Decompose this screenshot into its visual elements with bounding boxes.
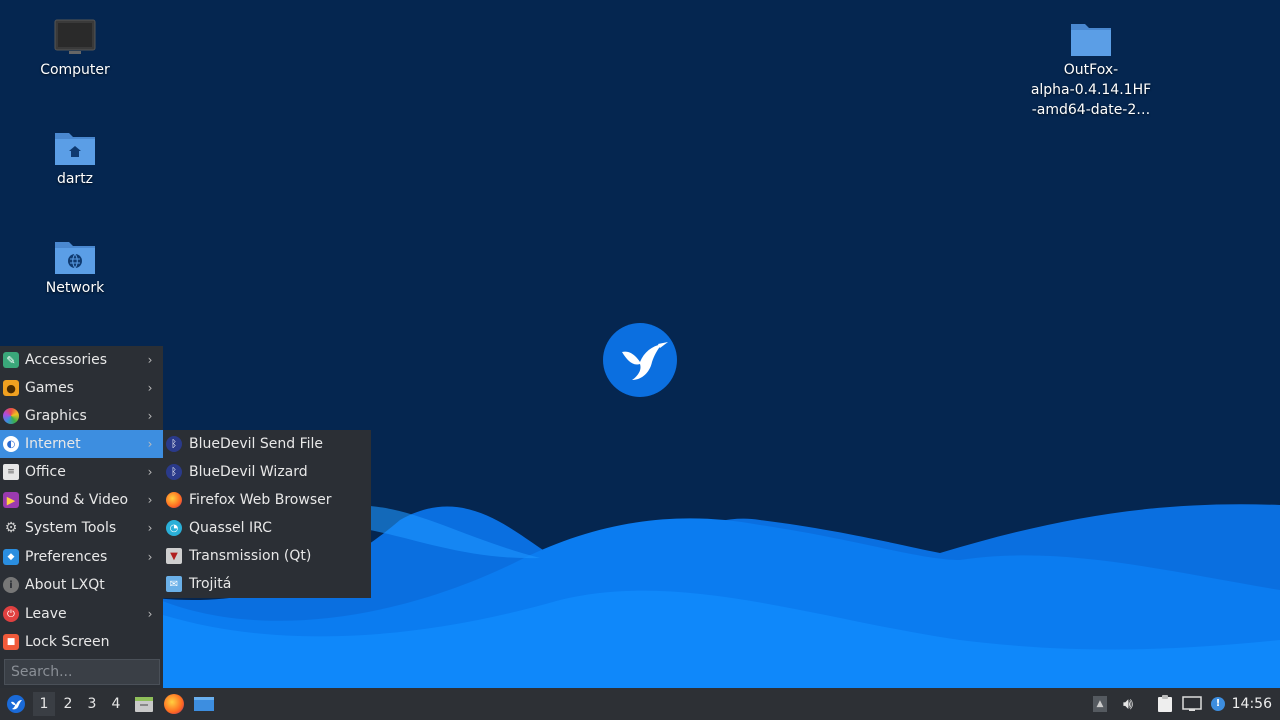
mail-icon: ✉ [166,576,182,592]
desktop-icon-label: Computer [40,62,110,78]
clipboard-icon [1158,695,1172,712]
chevron-right-icon: › [147,493,153,507]
office-icon: ≡ [3,464,19,480]
internet-icon: ◐ [3,436,19,452]
tray-expand-button[interactable]: ▲ [1090,692,1110,716]
submenu-item-transmission[interactable]: ▼ Transmission (Qt) [163,542,371,570]
menu-item-internet[interactable]: ◐ Internet › [0,430,163,458]
accessories-icon: ✎ [3,352,19,368]
clipboard-button[interactable] [1154,692,1176,716]
computer-icon [54,19,96,54]
desktop-icon-computer[interactable]: Computer [5,18,145,80]
desktop-icon [194,697,214,711]
system-tools-icon: ⚙ [4,520,18,536]
home-folder-icon [55,133,95,165]
sound-video-icon: ▶ [3,492,19,508]
firefox-icon [164,694,184,714]
power-icon: ⏻ [3,606,19,622]
notification-icon: ! [1211,697,1225,711]
chevron-right-icon: › [147,409,153,423]
info-icon: i [3,577,19,593]
volume-button[interactable]: 🔊︎ [1117,692,1139,716]
network-icon [1182,696,1202,711]
chevron-right-icon: › [147,550,153,564]
chevron-right-icon: › [147,465,153,479]
search-input[interactable] [5,660,159,684]
menu-item-office[interactable]: ≡ Office › [0,458,163,486]
submenu-item-quassel-irc[interactable]: ◔ Quassel IRC [163,514,371,542]
menu-item-leave[interactable]: ⏻ Leave › [0,600,163,628]
file-manager-launcher[interactable] [132,692,156,716]
file-manager-icon [135,697,153,712]
show-desktop-button[interactable] [192,692,216,716]
preferences-icon: ◆ [3,549,19,565]
network-status-button[interactable] [1181,692,1203,716]
menu-item-system-tools[interactable]: ⚙ System Tools › [0,514,163,542]
chevron-right-icon: › [147,381,153,395]
workspace-2-button[interactable]: 2 [57,692,79,716]
firefox-launcher[interactable] [162,692,186,716]
bluetooth-icon: ᛒ [166,436,182,452]
lubuntu-menu-icon [7,695,25,713]
menu-item-accessories[interactable]: ✎ Accessories › [0,346,163,374]
menu-item-lock-screen[interactable]: ■ Lock Screen [0,628,163,656]
menu-item-about-lxqt[interactable]: i About LXQt [0,571,163,599]
desktop-icon-outfox-folder[interactable]: OutFox- alpha-0.4.14.1HF -amd64-date-2… [1021,18,1161,120]
workspace-4-button[interactable]: 4 [105,692,127,716]
chevron-right-icon: › [147,521,153,535]
chevron-right-icon: › [147,607,153,621]
quassel-icon: ◔ [166,520,182,536]
menu-item-preferences[interactable]: ◆ Preferences › [0,543,163,571]
submenu-item-firefox[interactable]: Firefox Web Browser [163,486,371,514]
lock-icon: ■ [3,634,19,650]
submenu-item-trojita[interactable]: ✉ Trojitá [163,570,371,598]
bluetooth-icon: ᛒ [166,464,182,480]
chevron-right-icon: › [147,353,153,367]
internet-submenu: ᛒ BlueDevil Send File ᛒ BlueDevil Wizard… [163,430,371,598]
desktop-icon-dartz[interactable]: dartz [5,127,145,189]
taskbar: 1 2 3 4 ▲ 🔊︎ ! 14:56 [0,688,1280,720]
main-menu: ✎ Accessories › ● Games › Graphics › ◐ I… [0,346,163,688]
desktop-icon-label: OutFox- alpha-0.4.14.1HF -amd64-date-2… [1030,62,1152,118]
clock[interactable]: 14:56 [1232,688,1272,720]
games-icon: ● [3,380,19,396]
workspace-1-button[interactable]: 1 [33,692,55,716]
desktop-icon-label: Network [45,280,105,296]
submenu-item-bluedevil-send-file[interactable]: ᛒ BlueDevil Send File [163,430,371,458]
menu-search-box[interactable] [4,659,160,685]
transmission-icon: ▼ [166,548,182,564]
start-menu-button[interactable] [4,692,28,716]
desktop-icon-label: dartz [56,171,94,187]
network-folder-icon [55,242,95,274]
workspace-3-button[interactable]: 3 [81,692,103,716]
speaker-icon: 🔊︎ [1122,694,1134,713]
menu-item-graphics[interactable]: Graphics › [0,402,163,430]
submenu-item-bluedevil-wizard[interactable]: ᛒ BlueDevil Wizard [163,458,371,486]
firefox-icon [166,492,182,508]
chevron-up-icon: ▲ [1093,696,1107,712]
desktop-icon-network[interactable]: Network [5,236,145,298]
chevron-right-icon: › [147,437,153,451]
menu-item-games[interactable]: ● Games › [0,374,163,402]
graphics-icon [3,408,19,424]
notifications-button[interactable]: ! [1207,692,1229,716]
menu-item-sound-video[interactable]: ▶ Sound & Video › [0,486,163,514]
folder-icon [1071,24,1111,56]
lubuntu-logo [602,322,678,398]
